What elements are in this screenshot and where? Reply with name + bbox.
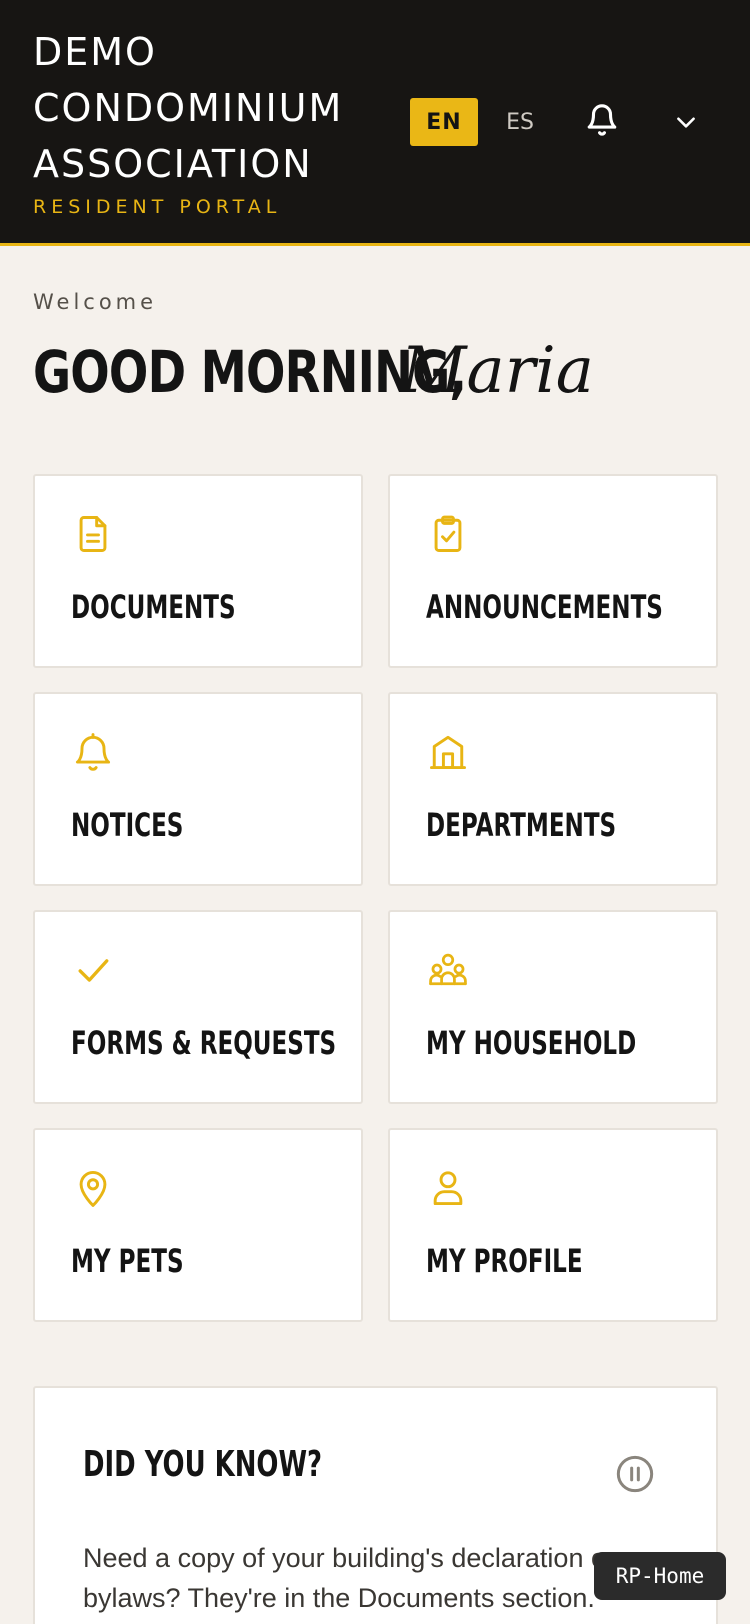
tile-label: DEPARTMENTS [426, 806, 617, 844]
tile-label: MY HOUSEHOLD [426, 1024, 637, 1062]
bell-icon [75, 733, 111, 771]
tile-label: FORMS & REQUESTS [71, 1024, 337, 1062]
tile-label: MY PETS [71, 1242, 184, 1280]
check-icon [78, 959, 109, 982]
tile-announcements[interactable]: ANNOUNCEMENTS [388, 474, 718, 668]
brand-line: DEMO [33, 30, 157, 74]
brand-title[interactable]: DEMO CONDOMINIUM ASSOCIATION [33, 24, 343, 192]
tile-label: DOCUMENTS [71, 588, 236, 626]
language-en-button[interactable]: EN [410, 98, 478, 146]
tile-label: MY PROFILE [426, 1242, 583, 1280]
welcome-eyebrow: Welcome [33, 290, 158, 314]
group-icon [429, 953, 467, 986]
pause-icon[interactable] [615, 1454, 655, 1494]
user-icon [433, 1171, 463, 1206]
tile-label: NOTICES [71, 806, 184, 844]
notifications-button[interactable] [580, 98, 624, 142]
language-es-button[interactable]: ES [498, 98, 542, 146]
tile-label: ANNOUNCEMENTS [426, 588, 663, 626]
brand-line: ASSOCIATION [33, 142, 313, 186]
clipboard-check-icon [434, 515, 462, 552]
tile-my-profile[interactable]: MY PROFILE [388, 1128, 718, 1322]
bell-icon [587, 104, 617, 136]
app-header: DEMO CONDOMINIUM ASSOCIATION RESIDENT PO… [0, 0, 750, 246]
greeting-heading: GOOD MORNING, Maria [33, 334, 594, 408]
document-icon [79, 516, 107, 552]
brand-line: CONDOMINIUM [33, 86, 344, 130]
tile-forms-requests[interactable]: FORMS & REQUESTS [33, 910, 363, 1104]
account-menu-button[interactable] [664, 98, 708, 146]
map-pin-icon [79, 1170, 107, 1207]
building-icon [430, 735, 466, 770]
portal-subtitle: RESIDENT PORTAL [33, 196, 282, 218]
tile-notices[interactable]: NOTICES [33, 692, 363, 886]
page-id-badge: RP-Home [594, 1552, 726, 1600]
did-you-know-text: Need a copy of your building's declarati… [83, 1543, 615, 1613]
tile-my-household[interactable]: MY HOUSEHOLD [388, 910, 718, 1104]
chevron-down-icon [677, 117, 695, 128]
did-you-know-title: DID YOU KNOW? [83, 1444, 323, 1485]
tile-documents[interactable]: DOCUMENTS [33, 474, 363, 668]
tile-my-pets[interactable]: MY PETS [33, 1128, 363, 1322]
greeting-text: GOOD MORNING, [33, 338, 467, 406]
tile-departments[interactable]: DEPARTMENTS [388, 692, 718, 886]
